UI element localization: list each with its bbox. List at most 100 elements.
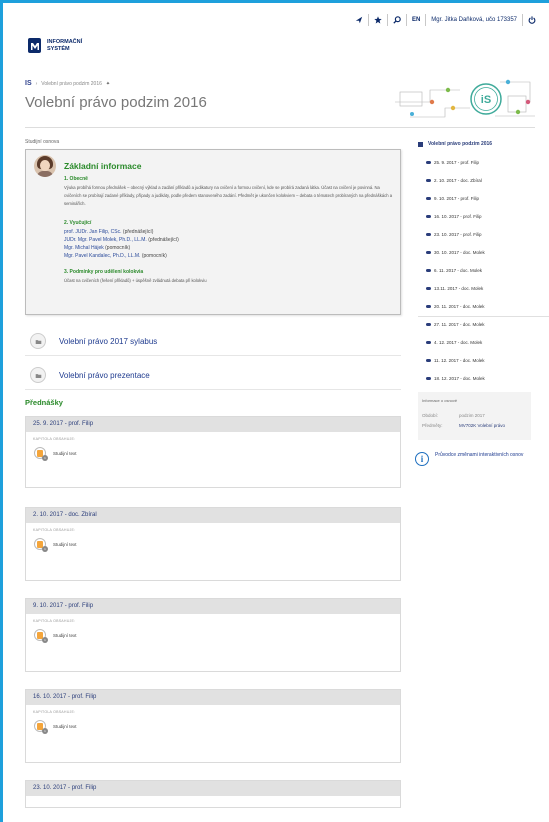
course-link[interactable]: MV702K Volební právo: [459, 423, 505, 428]
guide-link[interactable]: i Průvodce změnami interaktivních osnov: [415, 452, 535, 466]
bullet-icon: [426, 233, 431, 236]
toc-item-label: 20. 11. 2017 - doc. Molek: [434, 304, 485, 309]
toc-item[interactable]: 25. 9. 2017 - prof. Filip: [426, 160, 479, 165]
bullet-icon: [426, 269, 431, 272]
toc-panel: Volební právo podzim 2016 25. 9. 2017 - …: [418, 141, 543, 381]
section-conditions-title: 3. Podmínky pro udělení kolokvia: [64, 269, 144, 275]
teacher-role: (pomocník): [105, 245, 131, 251]
toc-item[interactable]: 18. 12. 2017 - doc. Molek: [426, 376, 485, 381]
bullet-icon: [426, 287, 431, 290]
top-bar: EN Mgr. Jitka Daňková, učo 173357: [350, 13, 541, 27]
lecture-title[interactable]: 2. 10. 2017 - doc. Zbíral: [26, 508, 400, 523]
toc-item[interactable]: 2. 10. 2017 - doc. Zbíral: [426, 178, 482, 183]
section-conditions-text: Účast na cvičeních (řešení příkladů) + ú…: [64, 278, 207, 283]
bullet-icon: [426, 161, 431, 164]
study-text-label: Studijní text: [53, 450, 77, 456]
lecture-card: 23. 10. 2017 - prof. Filip: [25, 780, 401, 808]
lecture-title[interactable]: 9. 10. 2017 - prof. Filip: [26, 599, 400, 614]
bullet-icon: [426, 179, 431, 182]
toc-item[interactable]: 30. 10. 2017 - doc. Molek: [426, 250, 485, 255]
lecture-title[interactable]: 23. 10. 2017 - prof. Filip: [26, 781, 400, 796]
teacher-item: prof. JUDr. Jan Filip, CSc. (přednášejíc…: [64, 229, 153, 236]
pin-icon[interactable]: ✦: [106, 81, 110, 87]
toc-item-label: 6. 11. 2017 - doc. Molek: [434, 268, 482, 273]
mu-logo-icon: [28, 38, 41, 53]
material-syllabus[interactable]: Volební právo 2017 sylabus: [30, 333, 157, 349]
toc-item-label: 23. 10. 2017 - prof. Filip: [434, 232, 482, 237]
logo-line-1: INFORMAČNÍ: [47, 39, 83, 45]
svg-text:iS: iS: [481, 94, 491, 106]
logo-text: INFORMAČNÍ SYSTÉM: [47, 39, 82, 52]
banner-illustration: iS: [395, 79, 535, 118]
document-badge: 1: [42, 637, 48, 643]
info-heading: Základní informace: [64, 161, 142, 171]
star-icon[interactable]: [369, 14, 388, 26]
teacher-link[interactable]: prof. JUDr. Jan Filip, CSc.: [64, 229, 122, 235]
divider: [25, 355, 401, 356]
toc-item-label: 9. 10. 2017 - prof. Filip: [434, 196, 480, 201]
study-text-item[interactable]: 1 Studijní text: [34, 629, 400, 643]
plane-icon[interactable]: [350, 14, 369, 26]
toc-title-label: Volební právo podzim 2016: [428, 141, 493, 147]
section-general-title: 1. Obecně: [64, 176, 88, 182]
user-name[interactable]: Mgr. Jitka Daňková, učo 173357: [426, 14, 523, 26]
teacher-link[interactable]: JUDr. Mgr. Pavel Molek, Ph.D., LL.M.: [64, 237, 147, 243]
chapter-contains-label: KAPITOLA OBSAHUJE:: [33, 710, 76, 714]
header-divider: [25, 127, 535, 128]
document-icon: 1: [34, 720, 48, 734]
toc-item[interactable]: 13.11. 2017 - doc. Molek: [426, 286, 483, 291]
study-text-label: Studijní text: [53, 723, 77, 729]
toc-item[interactable]: 23. 10. 2017 - prof. Filip: [426, 232, 482, 237]
teacher-link[interactable]: Mgr. Michal Hájek: [64, 245, 104, 251]
toc-title[interactable]: Volební právo podzim 2016: [418, 141, 543, 147]
teacher-item: Mgr. Michal Hájek (pomocník): [64, 245, 130, 252]
toc-item[interactable]: 11. 12. 2017 - doc. Molek: [426, 358, 484, 363]
lectures-heading: Přednášky: [25, 398, 63, 407]
material-presentation[interactable]: Volební právo prezentace: [30, 367, 150, 383]
page-title: Volební právo podzim 2016: [25, 94, 207, 111]
is-home-link[interactable]: IS: [25, 80, 32, 87]
study-text-item[interactable]: 1 Studijní text: [34, 720, 400, 734]
bullet-icon: [426, 377, 431, 380]
lecture-title[interactable]: 16. 10. 2017 - prof. Filip: [26, 690, 400, 705]
toc-item[interactable]: 9. 10. 2017 - prof. Filip: [426, 196, 479, 201]
toc-divider: [418, 316, 549, 317]
breadcrumb: IS › Volební právo podzim 2016 ✦: [25, 80, 110, 87]
teacher-link[interactable]: Mgr. Pavel Kandalec, Ph.D., LL.M.: [64, 253, 140, 259]
toc-item-label: 2. 10. 2017 - doc. Zbíral: [434, 178, 482, 183]
toc-item-label: 27. 11. 2017 - doc. Molek: [434, 322, 485, 327]
breadcrumb-separator: ›: [35, 80, 38, 87]
bullet-icon: [426, 359, 431, 362]
study-text-item[interactable]: 1 Studijní text: [34, 538, 400, 552]
osnova-info-panel: Informace o osnově Období: podzim 2017 P…: [418, 392, 531, 440]
teacher-role: (přednášející): [148, 237, 179, 243]
language-switch[interactable]: EN: [407, 14, 427, 26]
folder-icon: [30, 333, 46, 349]
is-logo[interactable]: INFORMAČNÍ SYSTÉM: [28, 38, 82, 53]
study-text-label: Studijní text: [53, 541, 77, 547]
teacher-item: JUDr. Mgr. Pavel Molek, Ph.D., LL.M. (př…: [64, 237, 179, 244]
logo-line-2: SYSTÉM: [47, 45, 70, 52]
study-text-item[interactable]: 1 Studijní text: [34, 447, 400, 461]
toc-item[interactable]: 6. 11. 2017 - doc. Molek: [426, 268, 482, 273]
toc-item[interactable]: 16. 10. 2017 - prof. Filip: [426, 214, 482, 219]
power-icon[interactable]: [523, 14, 541, 26]
bullet-icon: [426, 215, 431, 218]
toc-item-label: 11. 12. 2017 - doc. Molek: [434, 358, 485, 363]
search-icon[interactable]: [388, 14, 407, 26]
toc-item-label: 16. 10. 2017 - prof. Filip: [434, 214, 482, 219]
teacher-role: (přednášející): [122, 229, 154, 235]
toc-item[interactable]: 20. 11. 2017 - doc. Molek: [426, 304, 484, 309]
guide-text: Průvodce změnami interaktivních osnov: [435, 452, 524, 458]
bullet-icon: [426, 305, 431, 308]
bullet-icon: [426, 251, 431, 254]
section-general-text: Výuka probíhá formou přednášek – obecný …: [64, 185, 393, 206]
toc-item[interactable]: 4. 12. 2017 - doc. Molek: [426, 340, 482, 345]
toc-item-label: 30. 10. 2017 - doc. Molek: [434, 250, 485, 255]
chapter-contains-label: KAPITOLA OBSAHUJE:: [33, 619, 76, 623]
material-label: Volební právo prezentace: [59, 370, 150, 380]
chapter-contains-label: KAPITOLA OBSAHUJE:: [33, 528, 76, 532]
toc-item[interactable]: 27. 11. 2017 - doc. Molek: [426, 322, 484, 327]
osnova-label: Studijní osnova: [25, 139, 60, 145]
lecture-title[interactable]: 25. 9. 2017 - prof. Filip: [26, 417, 400, 432]
